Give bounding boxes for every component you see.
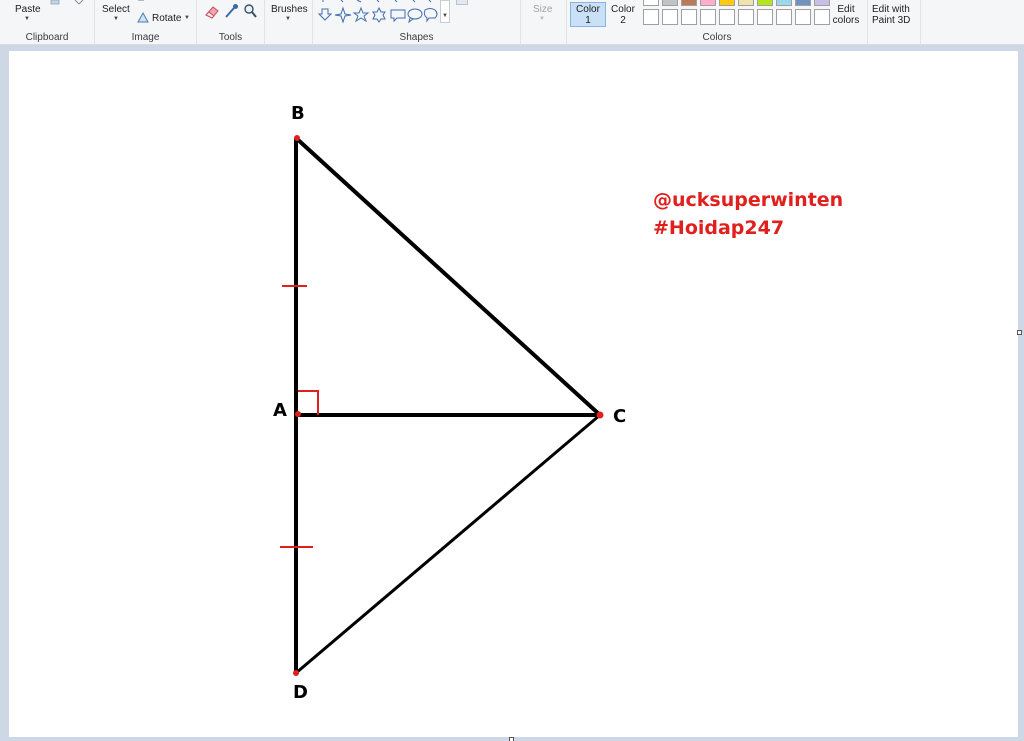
shapes-more-icon[interactable]: ▼ bbox=[442, 13, 448, 19]
image-group: Select ▼ Rotate ▼ Image bbox=[95, 0, 197, 45]
palette-swatch[interactable] bbox=[738, 0, 754, 6]
rotate-button[interactable]: Rotate bbox=[152, 13, 181, 24]
paste-dropdown-icon[interactable]: ▼ bbox=[24, 16, 30, 22]
point-label-a: A bbox=[273, 400, 287, 421]
right-angle-marker bbox=[298, 390, 319, 415]
custom-color-swatch[interactable] bbox=[643, 9, 659, 25]
copy-icon[interactable] bbox=[74, 0, 84, 6]
colors-group-label: Colors bbox=[702, 32, 732, 43]
edit-colors-label: Edit bbox=[837, 4, 855, 15]
custom-color-swatch[interactable] bbox=[662, 9, 678, 25]
color2-number: 2 bbox=[620, 15, 626, 26]
size-group: Size ▼ bbox=[521, 0, 567, 45]
size-button[interactable]: Size bbox=[533, 4, 552, 15]
colors-group: Color 1 Color 2 Edit colors Colors bbox=[567, 0, 868, 45]
custom-color-swatch[interactable] bbox=[738, 9, 754, 25]
edit-colors-label-2: colors bbox=[832, 15, 860, 26]
color-picker-icon[interactable] bbox=[224, 3, 239, 19]
palette-swatch[interactable] bbox=[795, 0, 811, 6]
custom-color-swatch[interactable] bbox=[776, 9, 792, 25]
custom-color-swatch[interactable] bbox=[700, 9, 716, 25]
custom-color-swatch[interactable] bbox=[795, 9, 811, 25]
paint3d-label-2: Paint 3D bbox=[872, 15, 911, 26]
canvas-resize-handle-bottom[interactable] bbox=[509, 737, 514, 741]
shapes-group-label: Shapes bbox=[399, 32, 434, 43]
select-dropdown-icon[interactable]: ▼ bbox=[113, 16, 119, 22]
color2-button[interactable]: Color 2 bbox=[605, 2, 641, 27]
canvas-resize-handle-right[interactable] bbox=[1017, 330, 1022, 335]
custom-color-swatch[interactable] bbox=[719, 9, 735, 25]
vertex-dot-a bbox=[295, 411, 301, 417]
outline-fill-button[interactable] bbox=[456, 0, 468, 5]
edit-colors-button[interactable]: Edit colors bbox=[827, 0, 865, 30]
shapes-gallery-scroll[interactable]: ▼ bbox=[440, 0, 450, 23]
geometry-drawing bbox=[280, 135, 604, 676]
eraser-icon[interactable] bbox=[204, 4, 220, 19]
custom-color-swatch[interactable] bbox=[681, 9, 697, 25]
palette-swatch[interactable] bbox=[776, 0, 792, 6]
edit-with-paint3d-button[interactable]: Edit with Paint 3D bbox=[872, 4, 910, 26]
watermark-line-1: @ucksuperwinten bbox=[653, 189, 844, 211]
color1-number: 1 bbox=[585, 15, 591, 26]
palette-swatch[interactable] bbox=[700, 0, 716, 6]
segment-bc bbox=[294, 136, 602, 417]
palette-swatch[interactable] bbox=[757, 0, 773, 6]
palette-swatch[interactable] bbox=[662, 0, 678, 6]
watermark-text: @ucksuperwinten #Hoidap247 bbox=[653, 186, 843, 242]
point-label-b: B bbox=[291, 103, 305, 124]
paint3d-label: Edit with bbox=[872, 4, 910, 15]
image-group-label: Image bbox=[131, 32, 160, 43]
brushes-group: Brushes ▼ bbox=[265, 0, 313, 45]
brushes-dropdown-icon[interactable]: ▼ bbox=[285, 16, 291, 22]
rotate-icon[interactable] bbox=[137, 11, 149, 23]
cut-icon[interactable] bbox=[50, 0, 60, 6]
magnifier-icon[interactable] bbox=[243, 3, 258, 19]
watermark-line-2: #Hoidap247 bbox=[653, 217, 785, 239]
palette-swatch[interactable] bbox=[643, 0, 659, 6]
segment-dc bbox=[295, 413, 601, 675]
custom-color-swatch[interactable] bbox=[757, 9, 773, 25]
color1-label: Color bbox=[576, 4, 600, 15]
rotate-dropdown-icon[interactable]: ▼ bbox=[184, 15, 190, 21]
paint3d-group: Edit with Paint 3D bbox=[868, 0, 921, 45]
point-label-c: C bbox=[613, 406, 627, 427]
clipboard-group: Paste ▼ Clipboard bbox=[0, 0, 95, 45]
select-button[interactable]: Select bbox=[102, 4, 130, 15]
brushes-button[interactable]: Brushes bbox=[271, 4, 308, 15]
vertex-dot-b bbox=[294, 135, 300, 141]
point-label-d: D bbox=[293, 682, 308, 703]
paste-button[interactable]: Paste bbox=[15, 4, 41, 15]
vertex-dot-d bbox=[293, 670, 299, 676]
palette-swatch[interactable] bbox=[681, 0, 697, 6]
crop-icon[interactable] bbox=[137, 0, 145, 2]
ribbon: Paste ▼ Clipboard Select ▼ Rotate ▼ Imag… bbox=[0, 0, 1024, 45]
shapes-group: ▼ Shapes bbox=[313, 0, 521, 45]
drawing-canvas[interactable]: B A C D @ucksuperwinten #Hoidap247 bbox=[9, 51, 1018, 737]
tools-group-label: Tools bbox=[218, 32, 243, 43]
vertex-dot-c bbox=[596, 411, 604, 419]
palette-swatch[interactable] bbox=[719, 0, 735, 6]
canvas-area: B A C D @ucksuperwinten #Hoidap247 bbox=[0, 45, 1024, 741]
shapes-gallery[interactable] bbox=[317, 0, 447, 24]
color2-label: Color bbox=[611, 4, 635, 15]
color1-button[interactable]: Color 1 bbox=[570, 2, 606, 27]
size-dropdown-icon[interactable]: ▼ bbox=[539, 16, 545, 22]
tools-group: Tools bbox=[197, 0, 265, 45]
clipboard-group-label: Clipboard bbox=[25, 32, 69, 43]
